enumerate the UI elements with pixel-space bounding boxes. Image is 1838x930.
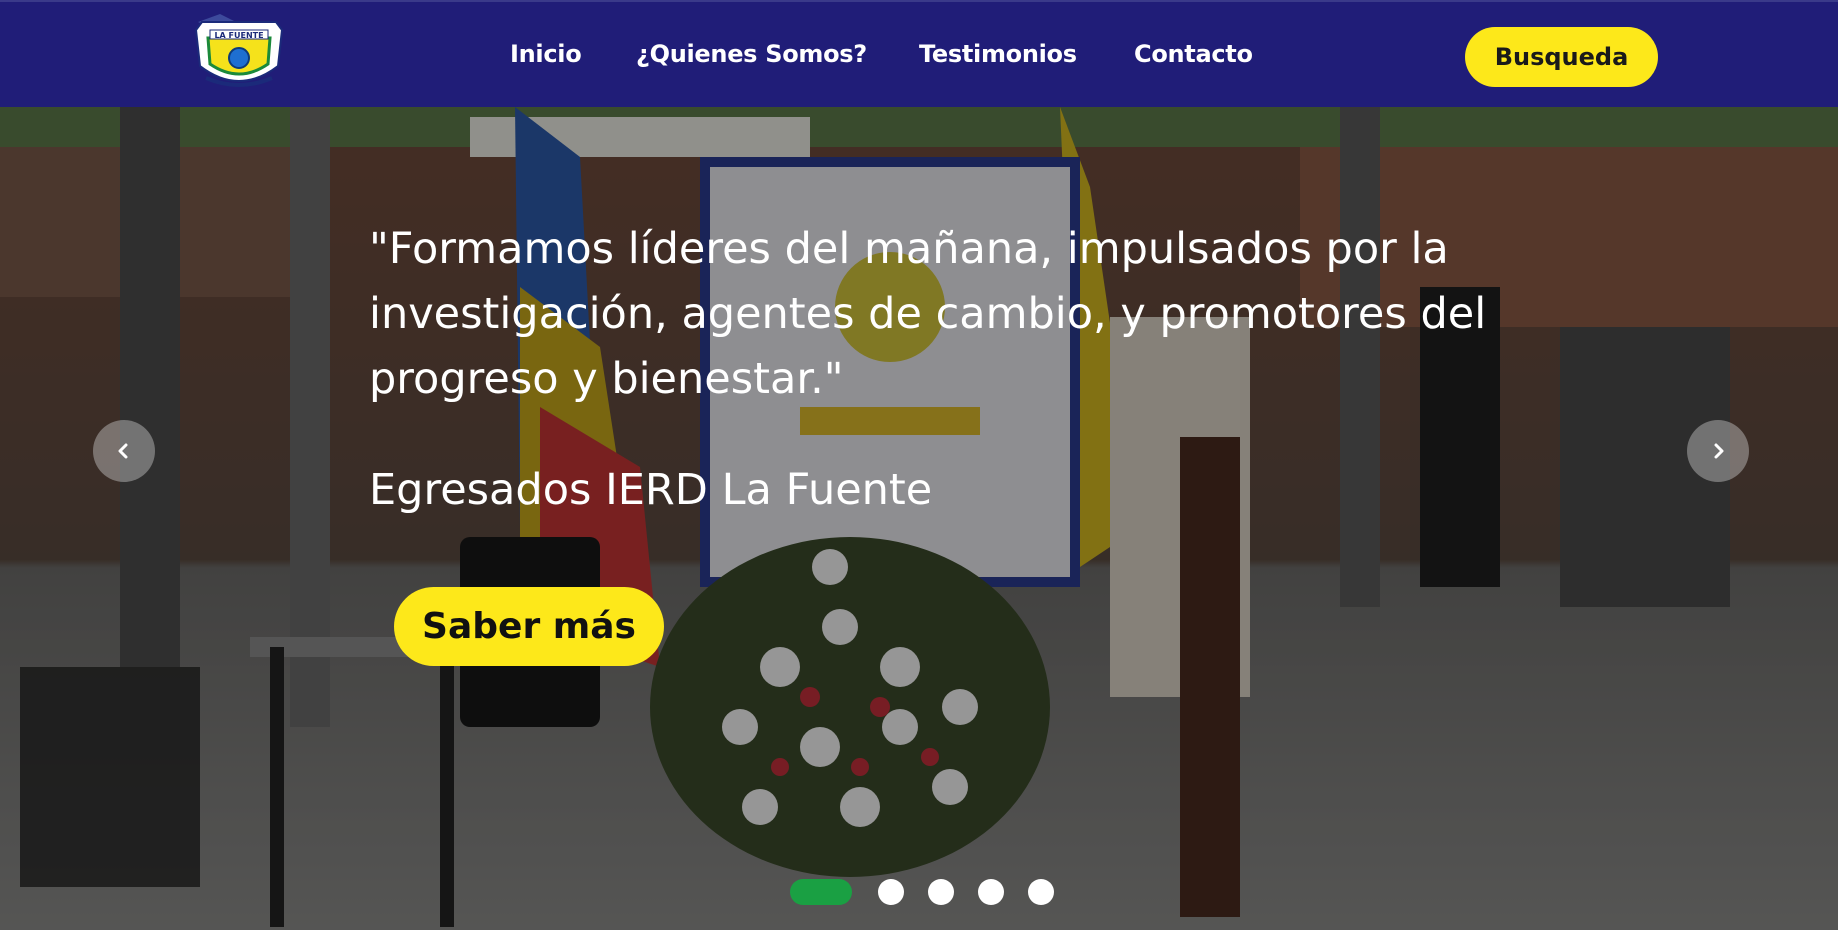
- carousel-dot-3[interactable]: [928, 879, 954, 905]
- carousel-prev-button[interactable]: [93, 420, 155, 482]
- carousel-dot-1[interactable]: [790, 879, 852, 905]
- search-button[interactable]: Busqueda: [1465, 27, 1658, 87]
- carousel-dot-4[interactable]: [978, 879, 1004, 905]
- carousel-dot-2[interactable]: [878, 879, 904, 905]
- nav-item-contacto[interactable]: Contacto: [1134, 40, 1253, 68]
- nav-item-quienes-somos[interactable]: ¿Quienes Somos?: [636, 40, 867, 68]
- hero-carousel: "Formamos líderes del mañana, impulsados…: [0, 107, 1838, 930]
- carousel-dot-5[interactable]: [1028, 879, 1054, 905]
- carousel-next-button[interactable]: [1687, 420, 1749, 482]
- nav-item-testimonios[interactable]: Testimonios: [919, 40, 1077, 68]
- hero-author: Egresados IERD La Fuente: [369, 465, 933, 515]
- nav-item-inicio[interactable]: Inicio: [510, 40, 582, 68]
- chevron-right-icon: [1714, 443, 1724, 459]
- hero-quote: "Formamos líderes del mañana, impulsados…: [369, 224, 1487, 404]
- carousel-indicators: [0, 879, 1838, 905]
- top-navbar: LA FUENTE Inicio ¿Quienes Somos? Testimo…: [0, 0, 1838, 107]
- saber-mas-button[interactable]: Saber más: [394, 587, 664, 666]
- chevron-left-icon: [118, 443, 128, 459]
